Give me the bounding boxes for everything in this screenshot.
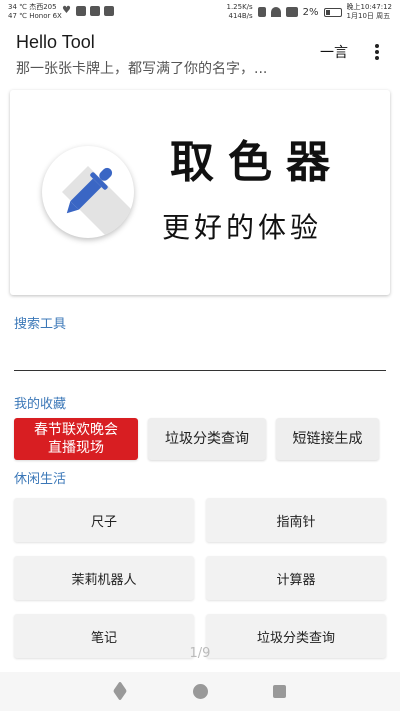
hitokoto-button[interactable]: 一言 [320, 42, 348, 62]
color-picker-banner[interactable]: 取色器 更好的体验 [10, 90, 390, 295]
banner-title: 取色器 [170, 137, 344, 188]
favorites-section-title: 我的收藏 [14, 397, 67, 412]
tool-label: 计算器 [276, 572, 316, 588]
fav-item-label: 短链接生成 [292, 431, 363, 447]
home-icon[interactable] [193, 684, 208, 699]
wifi-icon [270, 7, 281, 17]
leisure-section-title: 休闲生活 [14, 472, 67, 487]
tool-compass[interactable]: 指南针 [206, 498, 386, 542]
color-picker-logo [42, 146, 134, 238]
fav-item-label: 垃圾分类查询 [165, 431, 249, 447]
tool-label: 茉莉机器人 [71, 572, 137, 588]
status-bar-left: 34 ℃ 杰西205 47 ℃ Honor 6X [8, 3, 62, 21]
eyedropper-icon [62, 166, 134, 238]
signal-icon [285, 7, 298, 17]
download-speed: 414B/s [228, 12, 253, 20]
tool-label: 笔记 [90, 630, 117, 646]
status-bar-right: 1.25K/s 414B/s 2% 晚上10:47:12 1月10日 周五 [226, 3, 392, 21]
fav-item-short-link[interactable]: 短链接生成 [276, 418, 379, 460]
temperature-line-1: 34 ℃ 杰西205 [8, 3, 57, 11]
status-bar: 34 ℃ 杰西205 47 ℃ Honor 6X ♥ 1.25K/s 414B/… [0, 0, 400, 24]
vibrate-icon [257, 7, 266, 17]
notification-icons: ♥ [62, 6, 114, 16]
recent-apps-icon[interactable] [273, 685, 286, 698]
banner-slogan: 更好的体验 [162, 211, 323, 244]
app-title: Hello Tool [16, 32, 95, 52]
network-speed: 1.25K/s 414B/s [226, 3, 252, 21]
notification-icon [76, 6, 86, 16]
search-input[interactable] [14, 340, 386, 368]
tool-calculator[interactable]: 计算器 [206, 556, 386, 600]
fav-item-label-line-2: 直播现场 [48, 440, 104, 456]
battery-icon [323, 7, 342, 17]
image-icon [90, 6, 100, 16]
clock: 晚上10:47:12 1月10日 周五 [347, 3, 392, 21]
fav-item-gala-live[interactable]: 春节联欢晚会 直播现场 [14, 418, 138, 460]
date: 1月10日 周五 [346, 12, 391, 20]
search-underline [14, 370, 386, 371]
back-icon[interactable] [113, 681, 127, 701]
tool-ruler[interactable]: 尺子 [14, 498, 194, 542]
temperature-line-2: 47 ℃ Honor 6X [8, 12, 62, 20]
fav-item-garbage-sorting[interactable]: 垃圾分类查询 [148, 418, 266, 460]
tool-label: 尺子 [90, 514, 117, 530]
more-options-icon[interactable] [372, 42, 382, 62]
search-section-title: 搜索工具 [14, 317, 67, 332]
upload-speed: 1.25K/s [226, 3, 253, 11]
tool-label: 垃圾分类查询 [256, 630, 335, 646]
time: 晚上10:47:12 [346, 3, 392, 11]
android-icon [104, 6, 114, 16]
fav-item-label-line-1: 春节联欢晚会 [34, 422, 118, 438]
page-indicator: 1/9 [189, 646, 211, 661]
app-subtitle: 那一张张卡牌上，都写满了你的名字，... [16, 61, 268, 77]
heart-icon: ♥ [62, 5, 71, 16]
battery-percent: 2% [302, 6, 319, 18]
app-bar: Hello Tool 那一张张卡牌上，都写满了你的名字，... 一言 [0, 26, 400, 84]
tool-jasmine-robot[interactable]: 茉莉机器人 [14, 556, 194, 600]
system-nav-bar [0, 672, 400, 711]
tool-label: 指南针 [276, 514, 316, 530]
